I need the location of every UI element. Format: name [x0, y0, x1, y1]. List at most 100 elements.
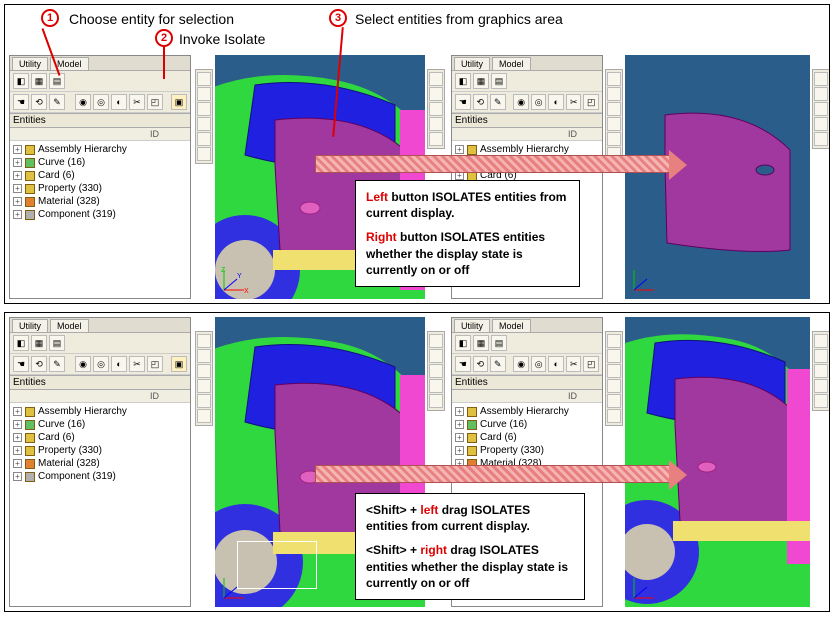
- mini-tool-icon[interactable]: [814, 364, 828, 378]
- tree-card[interactable]: Card (6): [38, 431, 75, 444]
- toolbar-icon[interactable]: ▤: [49, 335, 65, 351]
- toolbar-icon[interactable]: ◉: [75, 356, 91, 372]
- toolbar-icon[interactable]: ▦: [473, 335, 489, 351]
- mini-tool-icon[interactable]: [814, 394, 828, 408]
- mini-tool-icon[interactable]: [814, 102, 828, 116]
- mini-tool-icon[interactable]: [814, 379, 828, 393]
- mini-tool-icon[interactable]: [197, 117, 211, 131]
- toolbar-icon[interactable]: ✂: [129, 356, 145, 372]
- toolbar-icon[interactable]: ▤: [49, 73, 65, 89]
- mini-tool-icon[interactable]: [429, 132, 443, 146]
- tree-assembly[interactable]: Assembly Hierarchy: [480, 405, 569, 418]
- tab-model[interactable]: Model: [50, 319, 89, 332]
- tree-component[interactable]: Component (319): [38, 208, 116, 221]
- mini-tool-icon[interactable]: [607, 72, 621, 86]
- toolbar-icon[interactable]: ⟲: [473, 94, 489, 110]
- toolbar-icon[interactable]: ✎: [490, 356, 506, 372]
- tree-property[interactable]: Property (330): [480, 444, 544, 457]
- toolbar-icon[interactable]: ◧: [13, 335, 29, 351]
- toolbar-icon[interactable]: ✎: [49, 94, 65, 110]
- toolbar-icon[interactable]: ⟲: [31, 94, 47, 110]
- tree-curve[interactable]: Curve (16): [480, 418, 527, 431]
- mini-tool-icon[interactable]: [814, 132, 828, 146]
- mini-tool-icon[interactable]: [197, 102, 211, 116]
- mini-tool-icon[interactable]: [429, 102, 443, 116]
- toolbar-icon[interactable]: ◎: [93, 356, 109, 372]
- toolbar-icon[interactable]: ▤: [491, 73, 507, 89]
- toolbar-icon[interactable]: ✂: [129, 94, 145, 110]
- graphics-viewport-after-2[interactable]: [625, 317, 810, 607]
- mini-tool-icon[interactable]: [429, 87, 443, 101]
- mini-tool-icon[interactable]: [814, 349, 828, 363]
- mini-tool-icon[interactable]: [197, 334, 211, 348]
- toolbar-icon[interactable]: ✂: [566, 94, 582, 110]
- mini-tool-icon[interactable]: [197, 147, 211, 161]
- mini-tool-icon[interactable]: [814, 334, 828, 348]
- entity-tree[interactable]: +Assembly Hierarchy +Curve (16) +Card (6…: [10, 403, 190, 606]
- toolbar-icon[interactable]: ◐: [548, 94, 564, 110]
- toolbar-icon[interactable]: ☚: [13, 356, 29, 372]
- mini-tool-icon[interactable]: [197, 87, 211, 101]
- mini-tool-icon[interactable]: [607, 117, 621, 131]
- tree-property[interactable]: Property (330): [38, 444, 102, 457]
- tree-curve[interactable]: Curve (16): [38, 156, 85, 169]
- toolbar-icon[interactable]: ◉: [513, 94, 529, 110]
- mini-tool-icon[interactable]: [429, 349, 443, 363]
- tree-material[interactable]: Material (328): [38, 195, 100, 208]
- toolbar-icon[interactable]: ◐: [111, 94, 127, 110]
- mini-tool-icon[interactable]: [814, 72, 828, 86]
- tree-card[interactable]: Card (6): [480, 431, 517, 444]
- toolbar-icon[interactable]: ◐: [111, 356, 127, 372]
- toolbar-icon[interactable]: ◰: [583, 94, 599, 110]
- mini-tool-icon[interactable]: [197, 364, 211, 378]
- entity-tree[interactable]: +Assembly Hierarchy +Curve (16) +Card (6…: [10, 141, 190, 298]
- mini-tool-icon[interactable]: [197, 409, 211, 423]
- toolbar-icon[interactable]: ⟲: [473, 356, 489, 372]
- mini-tool-icon[interactable]: [429, 394, 443, 408]
- toolbar-icon[interactable]: ◰: [147, 94, 163, 110]
- tree-component[interactable]: Component (319): [38, 470, 116, 483]
- toolbar-icon[interactable]: ▦: [31, 73, 47, 89]
- isolate-button[interactable]: ▣: [171, 356, 187, 372]
- mini-tool-icon[interactable]: [197, 394, 211, 408]
- toolbar-icon[interactable]: ✎: [49, 356, 65, 372]
- toolbar-icon[interactable]: ⟲: [31, 356, 47, 372]
- toolbar-icon[interactable]: ▤: [491, 335, 507, 351]
- tree-assembly[interactable]: Assembly Hierarchy: [38, 405, 127, 418]
- tab-utility[interactable]: Utility: [454, 319, 490, 332]
- mini-tool-icon[interactable]: [197, 132, 211, 146]
- toolbar-icon[interactable]: ▦: [473, 73, 489, 89]
- toolbar-icon[interactable]: ◉: [75, 94, 91, 110]
- mini-tool-icon[interactable]: [814, 117, 828, 131]
- toolbar-icon[interactable]: ◧: [455, 73, 471, 89]
- mini-tool-icon[interactable]: [429, 117, 443, 131]
- toolbar-icon[interactable]: ◎: [531, 356, 547, 372]
- mini-tool-icon[interactable]: [607, 102, 621, 116]
- toolbar-icon[interactable]: ▦: [31, 335, 47, 351]
- toolbar-icon[interactable]: ☚: [13, 94, 29, 110]
- toolbar-icon[interactable]: ✂: [566, 356, 582, 372]
- mini-tool-icon[interactable]: [429, 379, 443, 393]
- toolbar-icon[interactable]: ☚: [455, 356, 471, 372]
- mini-tool-icon[interactable]: [607, 364, 621, 378]
- mini-tool-icon[interactable]: [197, 379, 211, 393]
- toolbar-icon[interactable]: ◎: [531, 94, 547, 110]
- mini-tool-icon[interactable]: [197, 72, 211, 86]
- tree-property[interactable]: Property (330): [38, 182, 102, 195]
- mini-tool-icon[interactable]: [814, 87, 828, 101]
- tab-model[interactable]: Model: [492, 57, 531, 70]
- mini-tool-icon[interactable]: [197, 349, 211, 363]
- mini-tool-icon[interactable]: [607, 409, 621, 423]
- mini-tool-icon[interactable]: [429, 334, 443, 348]
- toolbar-icon[interactable]: ☚: [455, 94, 471, 110]
- mini-tool-icon[interactable]: [607, 132, 621, 146]
- toolbar-icon[interactable]: ◧: [455, 335, 471, 351]
- isolate-button[interactable]: ▣: [171, 94, 187, 110]
- mini-tool-icon[interactable]: [429, 364, 443, 378]
- mini-tool-icon[interactable]: [429, 72, 443, 86]
- tree-card[interactable]: Card (6): [38, 169, 75, 182]
- toolbar-icon[interactable]: ✎: [490, 94, 506, 110]
- mini-tool-icon[interactable]: [607, 334, 621, 348]
- tab-utility[interactable]: Utility: [12, 319, 48, 332]
- tree-material[interactable]: Material (328): [38, 457, 100, 470]
